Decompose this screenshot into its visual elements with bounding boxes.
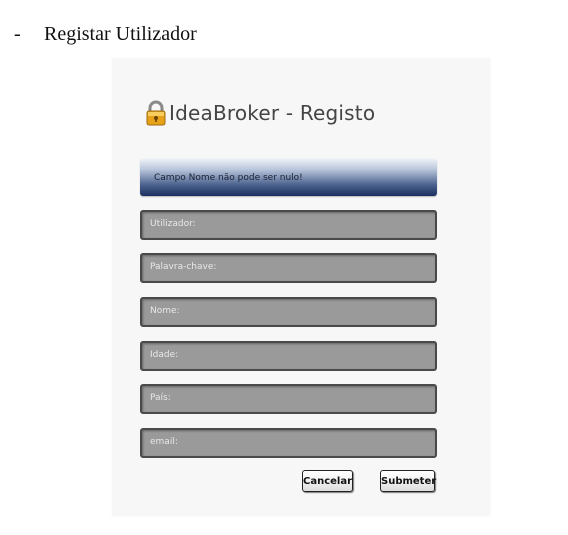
password-placeholder: Palavra-chave:	[150, 262, 217, 272]
document-heading: - Registar Utilizador	[14, 22, 197, 46]
username-field[interactable]: Utilizador:	[140, 210, 437, 240]
cancel-button[interactable]: Cancelar	[302, 470, 353, 492]
email-field[interactable]: email:	[140, 428, 437, 458]
age-field[interactable]: Idade:	[140, 341, 437, 371]
name-field[interactable]: Nome:	[140, 297, 437, 327]
lock-icon	[144, 99, 168, 127]
submit-button[interactable]: Submeter	[380, 470, 436, 492]
registration-screen: IdeaBroker - Registo Campo Nome não pode…	[112, 58, 490, 516]
name-placeholder: Nome:	[150, 306, 180, 316]
age-placeholder: Idade:	[150, 350, 179, 360]
country-placeholder: País:	[150, 393, 171, 403]
username-placeholder: Utilizador:	[150, 219, 196, 229]
error-banner: Campo Nome não pode ser nulo!	[140, 158, 437, 196]
app-title-text: IdeaBroker - Registo	[169, 101, 376, 125]
error-message: Campo Nome não pode ser nulo!	[154, 173, 303, 183]
email-placeholder: email:	[150, 437, 178, 447]
app-title: IdeaBroker - Registo	[144, 98, 375, 128]
country-field[interactable]: País:	[140, 384, 437, 414]
bullet-marker: -	[14, 23, 21, 45]
password-field[interactable]: Palavra-chave:	[140, 253, 437, 283]
heading-text: Registar Utilizador	[44, 23, 197, 45]
